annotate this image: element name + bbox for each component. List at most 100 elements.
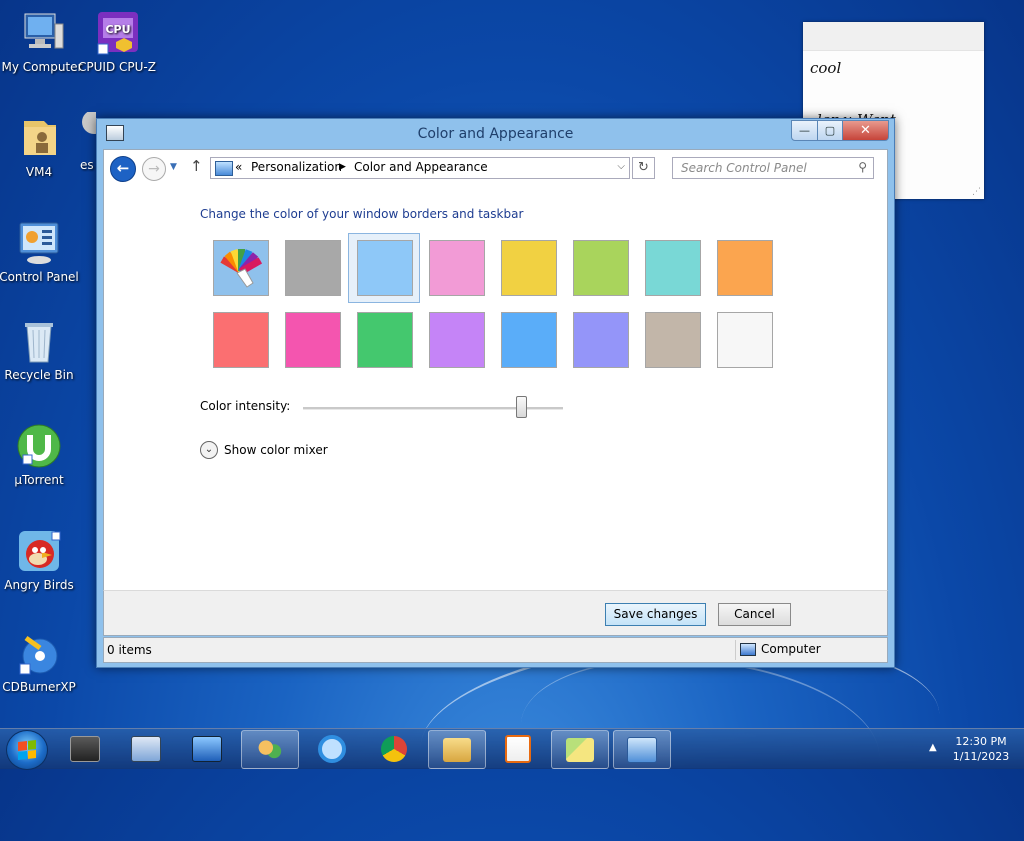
desktop-icon-es[interactable]: es (68, 112, 96, 172)
back-button[interactable]: ← (110, 156, 136, 182)
up-button[interactable]: ↑ (190, 157, 203, 175)
arrow-right-icon: → (148, 161, 160, 177)
breadcrumb-separator-icon[interactable]: ▶ (339, 162, 346, 172)
sticky-notes-icon (566, 737, 594, 762)
display-icon (192, 735, 222, 762)
color-appearance-window[interactable]: Color and Appearance — ▢ ✕ ← → ▼ ↑ « Per… (96, 118, 895, 668)
breadcrumb-item-color-appearance[interactable]: Color and Appearance (354, 160, 488, 174)
forward-button[interactable]: → (142, 157, 166, 181)
color-swatch-green[interactable] (357, 312, 413, 368)
color-swatch-orange[interactable] (717, 240, 773, 296)
chevron-down-icon: ▼ (170, 162, 177, 172)
color-intensity-label: Color intensity: (200, 399, 291, 413)
taskbar-app-internet-explorer[interactable] (304, 730, 360, 767)
color-intensity-slider-thumb[interactable] (516, 396, 527, 418)
computer-icon (19, 10, 65, 56)
color-swatch-sky[interactable] (357, 240, 413, 296)
close-button[interactable]: ✕ (843, 120, 889, 141)
desktop-icon-label: µTorrent (14, 473, 64, 487)
taskbar-app-media-player[interactable] (490, 730, 546, 767)
search-input[interactable] (679, 160, 853, 176)
recent-pages-dropdown[interactable]: ▼ (170, 162, 177, 172)
taskbar-app-control-panel[interactable] (613, 730, 671, 769)
windows-logo-icon (18, 740, 36, 760)
taskbar-app-desktop[interactable] (179, 730, 235, 767)
folder-icon (443, 737, 471, 762)
sticky-note-header[interactable] (803, 22, 984, 51)
status-location-label: Computer (761, 642, 821, 656)
color-swatch-violet[interactable] (429, 312, 485, 368)
page-heading: Change the color of your window borders … (200, 207, 524, 221)
show-color-mixer-toggle[interactable]: ⌄ Show color mixer (200, 441, 328, 459)
resize-grip-icon[interactable]: ⋰ (972, 187, 981, 197)
cd-icon (16, 630, 62, 676)
color-swatch-periwinkle[interactable] (573, 312, 629, 368)
window-title: Color and Appearance (417, 126, 574, 142)
taskbar: ▲ 12:30 PM 1/11/2023 (0, 728, 1024, 770)
desktop-icon-angry-birds[interactable]: Angry Birds (0, 528, 81, 592)
media-player-icon (505, 734, 531, 763)
computer-icon (740, 642, 756, 656)
desktop-icon-label: es (80, 158, 94, 172)
color-swatch-automatic[interactable] (213, 240, 269, 296)
maximize-button[interactable]: ▢ (818, 120, 843, 141)
status-location: Computer (740, 642, 821, 656)
system-clock[interactable]: 12:30 PM 1/11/2023 (940, 734, 1022, 764)
desktop-icon-label: Control Panel (0, 270, 79, 284)
breadcrumb-item-personalization[interactable]: Personalization (251, 160, 342, 174)
show-color-mixer-label: Show color mixer (224, 443, 328, 457)
chrome-icon (381, 735, 407, 762)
address-dropdown-icon[interactable]: ⌵ (617, 161, 625, 172)
taskbar-app-file-explorer[interactable] (428, 730, 486, 769)
color-swatch-yellow[interactable] (501, 240, 557, 296)
breadcrumb-overflow[interactable]: « (235, 160, 242, 174)
color-swatch-magenta[interactable] (285, 312, 341, 368)
control-panel-icon (627, 736, 657, 763)
color-swatch-lime[interactable] (573, 240, 629, 296)
desktop-icon-label: CPUID CPU-Z (78, 60, 156, 74)
desktop-icon-label: My Computer (1, 60, 83, 74)
desktop-icon-cdburnerxp[interactable]: CDBurnerXP (0, 630, 81, 694)
taskbar-app-users[interactable] (241, 730, 299, 769)
desktop-icon-recycle-bin[interactable]: Recycle Bin (0, 318, 81, 382)
clock-time: 12:30 PM (955, 735, 1007, 748)
monitor-check-icon (131, 735, 161, 762)
color-wheel-icon (220, 248, 263, 288)
color-swatch-taupe[interactable] (645, 312, 701, 368)
navigation-bar: ← → ▼ ↑ « Personalization ▶ Color and Ap… (103, 149, 888, 186)
partial-icon (68, 112, 96, 158)
taskbar-app-chrome[interactable] (366, 730, 422, 767)
cancel-button[interactable]: Cancel (718, 603, 791, 626)
users-icon (256, 737, 284, 762)
color-swatch-blue[interactable] (501, 312, 557, 368)
color-swatch-pink[interactable] (429, 240, 485, 296)
svg-text:CPU: CPU (105, 23, 130, 36)
address-bar[interactable]: « Personalization ▶ Color and Appearance… (210, 157, 630, 179)
taskbar-app-sticky-notes[interactable] (551, 730, 609, 769)
color-swatch-white[interactable] (717, 312, 773, 368)
search-icon[interactable]: ⚲ (858, 160, 867, 174)
minimize-button[interactable]: — (791, 120, 818, 141)
show-hidden-icons-button[interactable]: ▲ (929, 742, 937, 753)
color-swatch-red[interactable] (213, 312, 269, 368)
color-swatch-gray[interactable] (285, 240, 341, 296)
internet-explorer-icon (318, 734, 346, 763)
clock-date: 1/11/2023 (952, 750, 1010, 763)
desktop-icon-control-panel[interactable]: Control Panel (0, 220, 81, 284)
desktop-icon-cpuz[interactable]: CPU CPUID CPU-Z (75, 10, 159, 74)
desktop-icon-label: Recycle Bin (4, 368, 74, 382)
angry-birds-icon (16, 528, 62, 574)
desktop-icon-utorrent[interactable]: µTorrent (0, 423, 81, 487)
refresh-button[interactable]: ↻ (632, 157, 655, 179)
desktop-icon-my-computer[interactable]: My Computer (0, 10, 84, 74)
control-panel-icon (16, 220, 62, 266)
search-box[interactable]: ⚲ (672, 157, 874, 179)
start-button[interactable] (6, 730, 48, 770)
arrow-left-icon: ← (116, 159, 130, 177)
taskbar-app-performance[interactable] (118, 730, 174, 767)
color-swatch-teal[interactable] (645, 240, 701, 296)
taskbar-app-task-manager[interactable] (57, 730, 113, 767)
save-changes-button[interactable]: Save changes (605, 603, 706, 626)
arrow-up-icon: ↑ (190, 157, 203, 175)
dialog-footer: Save changes Cancel (103, 590, 888, 636)
